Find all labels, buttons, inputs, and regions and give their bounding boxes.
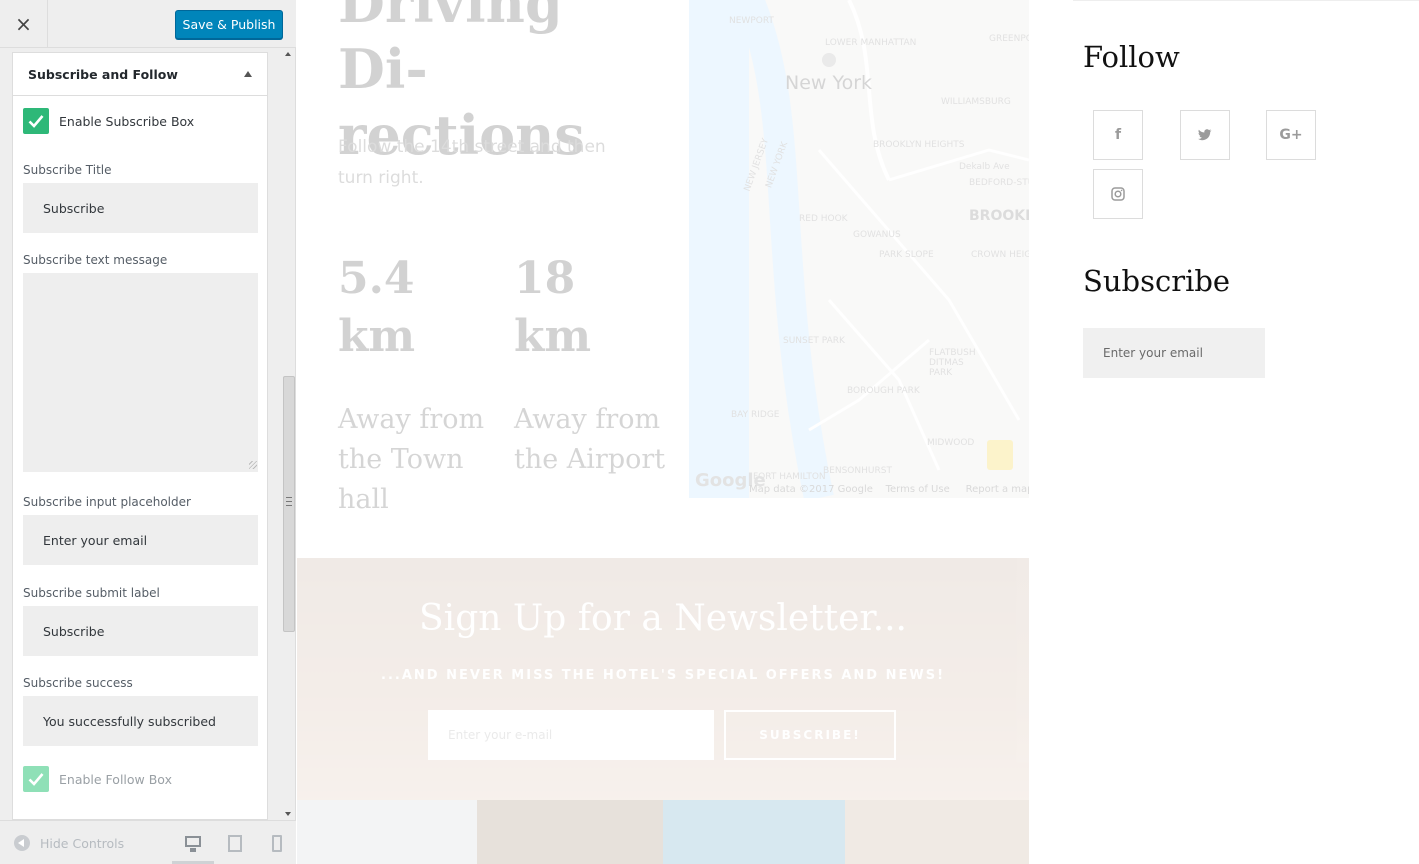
map-label: SUNSET PARK xyxy=(783,336,845,346)
enable-subscribe-control[interactable]: Enable Subscribe Box xyxy=(23,108,194,134)
enable-follow-checkbox[interactable] xyxy=(23,766,49,792)
sidebar-widgets: Follow f G+ Subscribe Enter your email xyxy=(1083,0,1383,864)
subscribe-text-control: Subscribe text message xyxy=(23,253,258,472)
textarea-resize-handle[interactable] xyxy=(249,461,257,469)
section-title: Subscribe and Follow xyxy=(28,66,178,82)
map-label: BROOKL xyxy=(969,208,1029,224)
map-label: MIDWOOD xyxy=(927,438,975,448)
scrollbar-thumb[interactable] xyxy=(283,376,295,632)
enable-subscribe-checkbox[interactable] xyxy=(23,108,49,134)
caret-up-icon[interactable] xyxy=(244,71,252,77)
customizer-section-panel: Subscribe and Follow Enable Subscribe Bo… xyxy=(12,52,268,820)
gallery-image[interactable] xyxy=(663,800,845,864)
sidebar-scrollbar[interactable] xyxy=(282,48,296,820)
subscribe-email-input[interactable]: Enter your email xyxy=(1083,328,1265,378)
map-label: PARK SLOPE xyxy=(879,250,934,260)
save-publish-button[interactable]: Save & Publish xyxy=(175,10,283,39)
placeholder-control: Subscribe input placeholder Enter your e… xyxy=(23,495,258,565)
subscribe-widget-title: Subscribe xyxy=(1083,264,1231,298)
subscribe-title-input[interactable]: Subscribe xyxy=(23,183,258,233)
enable-follow-control[interactable]: Enable Follow Box xyxy=(23,766,172,792)
site-preview: Driving Di-rections Follow the 14th stre… xyxy=(297,0,1419,864)
google-map[interactable]: NEWPORT LOWER MANHATTAN New York GREENPO… xyxy=(689,0,1029,498)
placeholder-input[interactable]: Enter your email xyxy=(23,515,258,565)
close-icon: × xyxy=(15,12,32,36)
map-attribution: Map data ©2017 Google Terms of Use Repor… xyxy=(749,484,1029,495)
directions-text: Follow the 14th street and then turn rig… xyxy=(338,137,606,188)
submit-label-control: Subscribe submit label Subscribe xyxy=(23,586,258,656)
twitter-icon[interactable] xyxy=(1180,110,1230,160)
customizer-footer: Hide Controls xyxy=(0,820,296,864)
section-header[interactable]: Subscribe and Follow xyxy=(13,53,267,96)
map-label: WILLIAMSBURG xyxy=(941,97,1011,107)
scroll-down-arrow-icon[interactable] xyxy=(285,812,291,816)
collapse-arrow-icon xyxy=(14,835,30,851)
newsletter-subscribe-button[interactable]: SUBSCRIBE! xyxy=(724,710,896,760)
customizer-sidebar: × Save & Publish Subscribe and Follow En… xyxy=(0,0,296,864)
subscribe-text-label: Subscribe text message xyxy=(23,253,168,267)
gallery-image[interactable] xyxy=(297,800,477,864)
submit-label-label: Subscribe submit label xyxy=(23,586,160,600)
subscribe-title-label: Subscribe Title xyxy=(23,163,112,177)
success-input[interactable]: You successfully subscribed xyxy=(23,696,258,746)
street-view-pegman-icon[interactable] xyxy=(987,440,1013,470)
map-label: GOWANUS xyxy=(853,230,901,240)
subscribe-text-textarea[interactable] xyxy=(23,273,258,472)
scroll-up-arrow-icon[interactable] xyxy=(285,52,291,56)
map-label: BROOKLYN HEIGHTS xyxy=(873,140,965,150)
map-label: GREENPOINT xyxy=(989,34,1029,44)
image-gallery-strip xyxy=(297,800,1029,864)
map-label: NEWPORT xyxy=(729,16,774,26)
gallery-image[interactable] xyxy=(477,800,663,864)
twitter-bird-icon xyxy=(1198,129,1212,141)
map-label: BEDFORD-STU xyxy=(969,178,1029,188)
instagram-icon[interactable] xyxy=(1093,169,1143,219)
stat-airport-caption: Away from the Airport xyxy=(514,404,666,475)
stat-airport-distance: 18 km xyxy=(514,253,592,362)
stat-town-hall-caption: Away from the Town hall xyxy=(338,404,485,515)
map-label: RED HOOK xyxy=(799,214,848,224)
mobile-icon[interactable] xyxy=(266,833,288,855)
newsletter-section: Sign Up for a Newsletter... ...AND NEVER… xyxy=(297,558,1029,800)
map-terms-link[interactable]: Terms of Use xyxy=(886,484,950,495)
enable-subscribe-label: Enable Subscribe Box xyxy=(59,113,195,129)
desktop-icon[interactable] xyxy=(182,833,204,855)
google-plus-icon[interactable]: G+ xyxy=(1266,110,1316,160)
stat-town-hall-distance: 5.4 km xyxy=(338,253,416,362)
map-label: LOWER MANHATTAN xyxy=(825,38,917,48)
close-customizer-button[interactable]: × xyxy=(0,0,48,48)
hide-controls-button[interactable]: Hide Controls xyxy=(14,835,124,851)
checkmark-icon xyxy=(28,773,44,786)
map-label: BAY RIDGE xyxy=(731,410,780,420)
hide-controls-label: Hide Controls xyxy=(40,835,125,851)
follow-widget-title: Follow xyxy=(1083,40,1180,74)
map-label: Dekalb Ave xyxy=(959,162,1010,172)
map-data-credit: Map data ©2017 Google xyxy=(749,484,873,495)
map-label: CROWN HEIG xyxy=(971,250,1029,260)
map-report-link[interactable]: Report a map error xyxy=(966,484,1029,495)
map-label: FLATBUSH DITMAS PARK xyxy=(929,348,976,378)
faded-page-content: Driving Di-rections Follow the 14th stre… xyxy=(297,0,1029,864)
map-label: BOROUGH PARK xyxy=(847,386,920,396)
success-label: Subscribe success xyxy=(23,676,133,690)
checkmark-icon xyxy=(28,115,44,128)
facebook-icon[interactable]: f xyxy=(1093,110,1143,160)
enable-follow-label: Enable Follow Box xyxy=(59,771,172,787)
tablet-icon[interactable] xyxy=(224,833,246,855)
placeholder-label: Subscribe input placeholder xyxy=(23,495,191,509)
subscribe-title-control: Subscribe Title Subscribe xyxy=(23,163,258,233)
grip-icon xyxy=(286,497,292,506)
instagram-glyph-icon xyxy=(1111,187,1125,201)
gallery-image[interactable] xyxy=(845,800,1029,864)
success-control: Subscribe success You successfully subsc… xyxy=(23,676,258,746)
map-label: New York xyxy=(785,72,873,94)
map-label: BENSONHURST xyxy=(823,466,892,476)
submit-label-input[interactable]: Subscribe xyxy=(23,606,258,656)
newsletter-title: Sign Up for a Newsletter... xyxy=(419,598,907,639)
newsletter-subtitle: ...AND NEVER MISS THE HOTEL'S SPECIAL OF… xyxy=(381,668,945,683)
customizer-header: × Save & Publish xyxy=(0,0,296,48)
newsletter-email-input[interactable]: Enter your e-mail xyxy=(428,710,714,760)
